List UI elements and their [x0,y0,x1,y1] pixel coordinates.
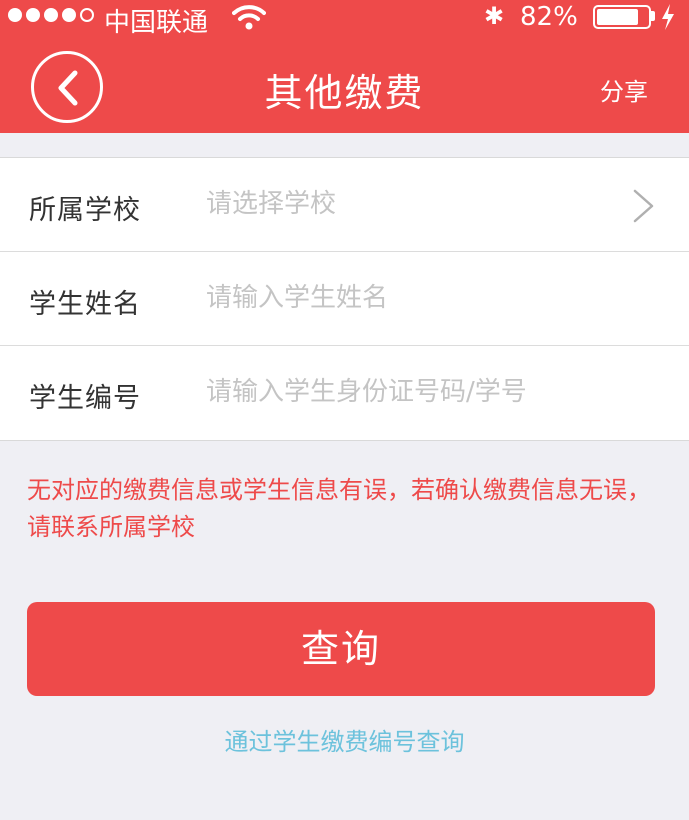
share-button[interactable]: 分享 [600,72,648,107]
student-number-input[interactable] [206,370,626,414]
battery-percentage: 82% [520,2,578,32]
error-message: 无对应的缴费信息或学生信息有误，若确认缴费信息无误，请联系所属学校 [27,476,651,541]
query-by-payment-number-link[interactable]: 通过学生缴费编号查询 [0,722,689,757]
student-name-label: 学生姓名 [29,289,141,320]
student-name-input[interactable] [206,276,626,320]
app-header: 中国联通 ✱ 82% 其他缴费 分享 [0,0,689,133]
page-title: 其他缴费 [264,71,425,115]
status-bar: 中国联通 ✱ 82% [0,0,689,38]
battery-icon [593,5,651,29]
query-button[interactable]: 查询 [27,602,655,696]
student-name-row: 学生姓名 [0,252,689,346]
battery-tip [651,11,655,21]
school-select[interactable]: 请选择学校 [206,182,626,226]
student-number-row: 学生编号 [0,346,689,440]
school-select-row[interactable]: 所属学校 请选择学校 [0,158,689,252]
signal-strength-icon [8,8,94,22]
chevron-right-icon [633,189,654,223]
bluetooth-icon: ✱ [484,2,505,30]
charging-icon [662,4,674,30]
carrier-name: 中国联通 [104,8,209,38]
school-label: 所属学校 [29,195,141,226]
payment-query-form: 所属学校 请选择学校 学生姓名 学生编号 [0,157,689,441]
wifi-icon [232,5,266,30]
student-number-label: 学生编号 [29,383,141,414]
